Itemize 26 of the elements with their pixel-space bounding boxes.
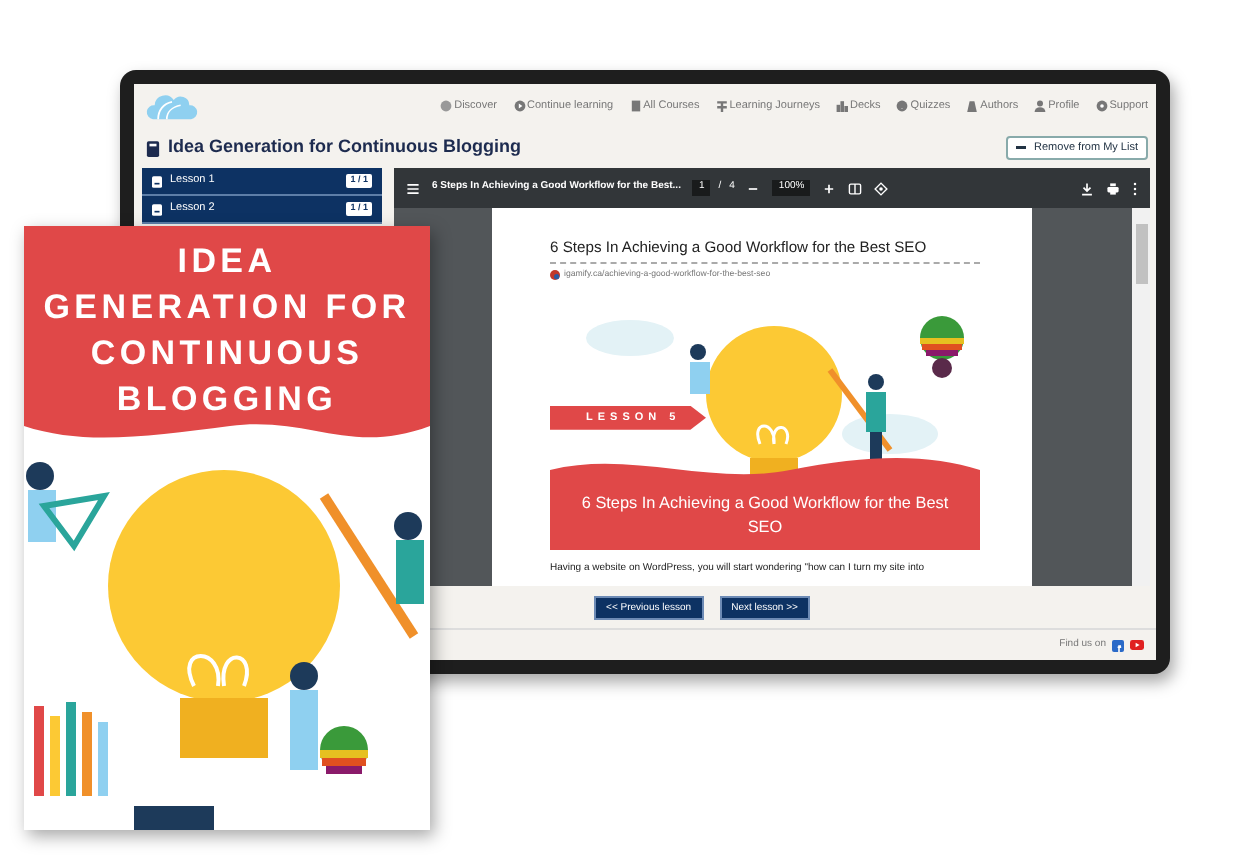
print-icon[interactable] [1106,181,1120,195]
cover-title-line: BLOGGING [116,378,338,422]
play-circle-icon [513,100,525,112]
cover-title-line: CONTINUOUS [90,332,364,376]
course-title: Idea Generation for Continuous Blogging [168,134,521,161]
download-icon[interactable] [1080,181,1094,195]
user-icon [1034,100,1047,112]
facebook-icon[interactable] [1112,639,1124,651]
cover-title-line: GENERATION FOR [43,286,411,330]
plus-icon[interactable] [822,181,837,195]
minus-icon [1016,146,1027,150]
banner-title: 6 Steps In Achieving a Good Workflow for the Best SEO [579,492,951,540]
scrollbar[interactable] [1132,208,1150,586]
bars-icon [836,100,849,112]
cover-title-line: IDEA [177,240,277,284]
fit-page-icon[interactable] [848,181,863,195]
lesson-icon [152,203,162,215]
signpost-icon [715,100,728,112]
book-icon [146,139,160,157]
lesson-icon [152,175,162,187]
site-logo-icon [550,270,560,281]
book-icon [629,100,642,112]
menu-icon[interactable] [406,181,420,195]
more-icon[interactable] [1132,181,1138,195]
scrollbar-thumb[interactable] [1135,224,1147,284]
youtube-icon[interactable] [1130,640,1144,650]
